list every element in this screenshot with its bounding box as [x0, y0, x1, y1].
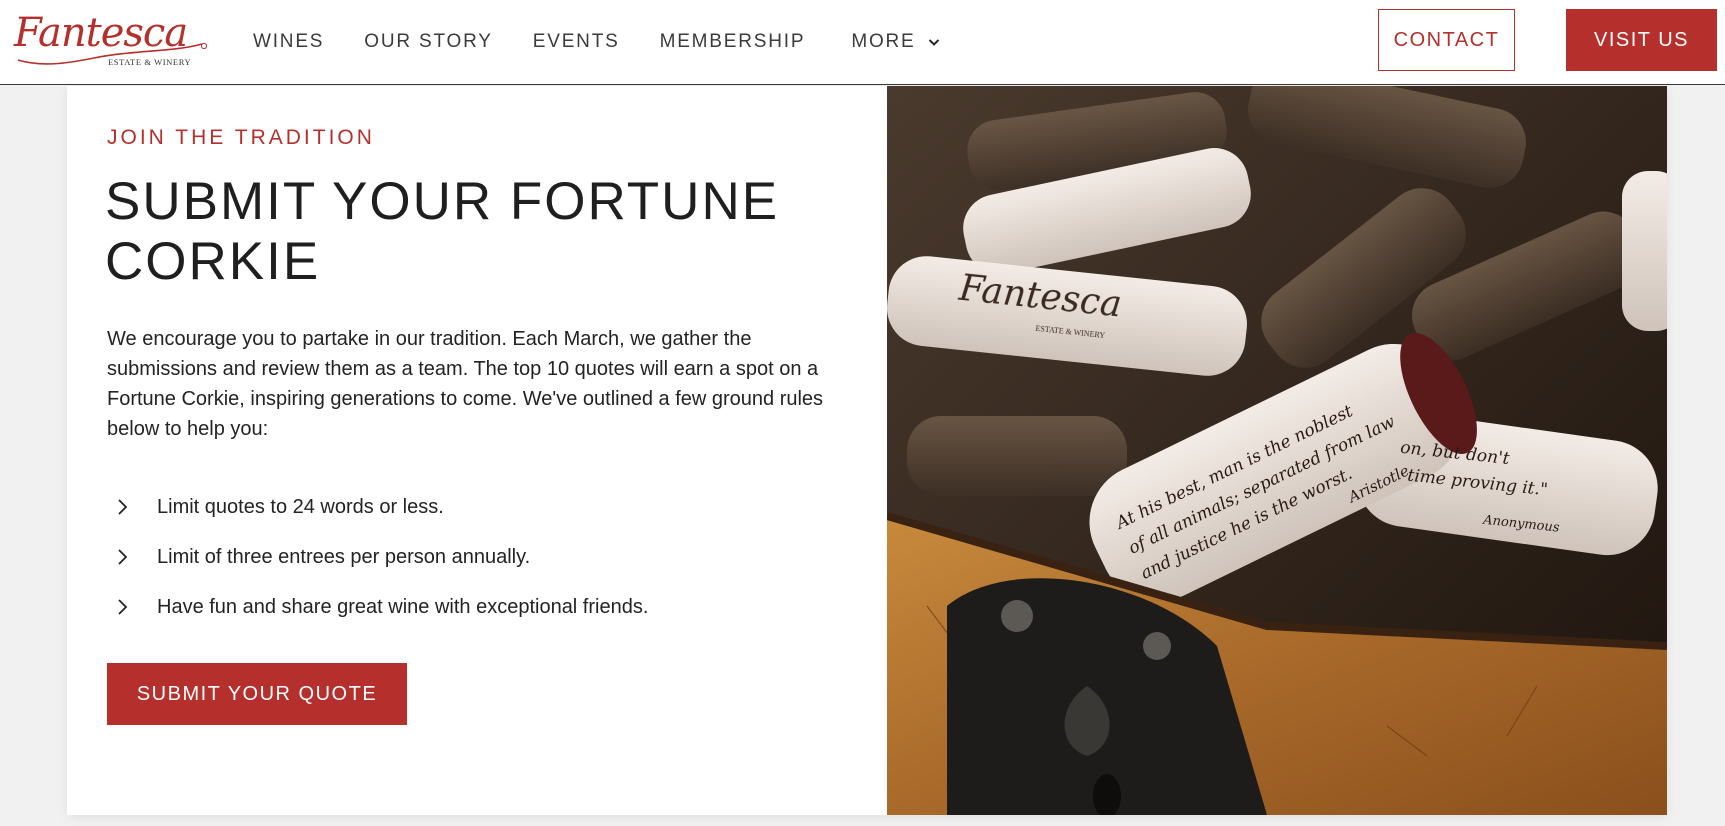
site-header: Fantesca ESTATE & WINERY WINES OUR STORY… [0, 0, 1725, 85]
fantesca-logo[interactable]: Fantesca ESTATE & WINERY [14, 10, 208, 68]
chevron-right-icon [118, 549, 128, 565]
nav-item-events[interactable]: EVENTS [533, 31, 620, 53]
chevron-right-icon [118, 599, 128, 615]
logo-script: Fantesca [14, 10, 188, 56]
nav-item-more-label: MORE [851, 31, 916, 52]
list-item: Have fun and share great wine with excep… [107, 582, 807, 632]
rule-text: Have fun and share great wine with excep… [157, 595, 649, 618]
visit-us-button[interactable]: VISIT US [1566, 9, 1717, 71]
page-title: SUBMIT YOUR FORTUNE CORKIE [105, 172, 780, 291]
main-nav: WINES OUR STORY EVENTS MEMBERSHIP MORE [253, 30, 980, 54]
nav-item-our-story[interactable]: OUR STORY [364, 31, 492, 53]
list-item: Limit quotes to 24 words or less. [107, 482, 807, 532]
fortune-corkie-section: JOIN THE TRADITION SUBMIT YOUR FORTUNE C… [67, 86, 1667, 815]
corks-illustration: At his best, man is the noblest of all a… [887, 86, 1667, 815]
chevron-right-icon [118, 499, 128, 515]
section-eyebrow: JOIN THE TRADITION [107, 126, 375, 149]
nav-item-membership[interactable]: MEMBERSHIP [660, 31, 806, 53]
nav-item-wines[interactable]: WINES [253, 31, 324, 53]
section-description: We encourage you to partake in our tradi… [107, 328, 824, 440]
rule-text: Limit of three entrees per person annual… [157, 545, 531, 568]
rules-list: Limit quotes to 24 words or less. Limit … [107, 482, 807, 632]
list-item: Limit of three entrees per person annual… [107, 532, 807, 582]
rule-text: Limit quotes to 24 words or less. [157, 495, 444, 518]
nav-item-more[interactable]: MORE [851, 31, 939, 53]
contact-button[interactable]: CONTACT [1378, 9, 1515, 71]
submit-quote-button[interactable]: SUBMIT YOUR QUOTE [107, 663, 407, 725]
chevron-down-icon [928, 39, 939, 46]
corks-photo: At his best, man is the noblest of all a… [887, 86, 1667, 815]
logo-subtitle: ESTATE & WINERY [108, 57, 192, 67]
